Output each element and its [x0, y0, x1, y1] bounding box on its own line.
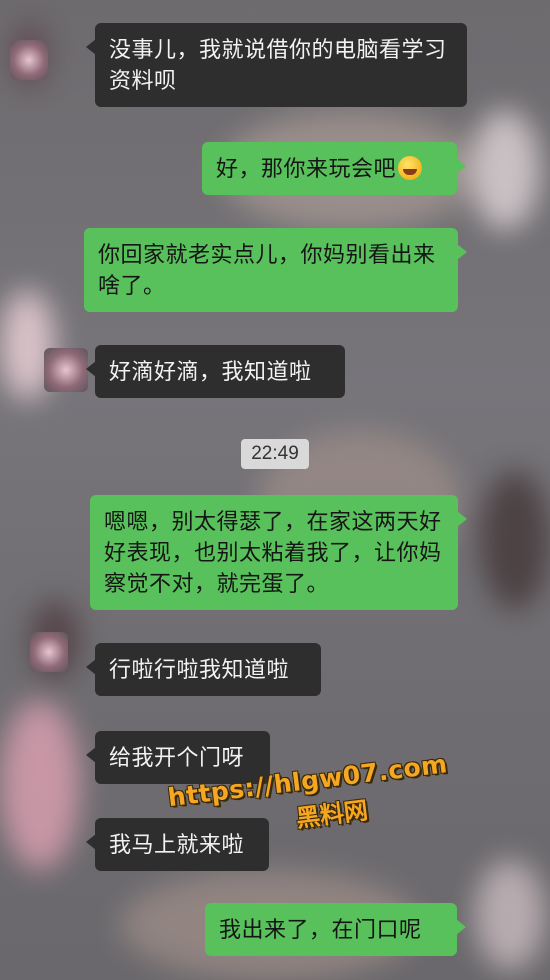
background-avatar-blur: [475, 860, 545, 970]
contact-avatar[interactable]: [44, 348, 88, 392]
background-avatar-blur: [470, 110, 540, 230]
incoming-message-bubble[interactable]: 好滴好滴，我知道啦: [86, 345, 345, 398]
outgoing-message-bubble[interactable]: 你回家就老实点儿，你妈别看出来啥了。: [84, 228, 467, 312]
outgoing-message-bubble[interactable]: 嗯嗯，别太得瑟了，在家这两天好好表现，也别太粘着我了，让你妈察觉不对，就完蛋了。: [90, 495, 467, 610]
message-text: 好，那你来玩会吧: [216, 156, 397, 181]
background-avatar-blur: [0, 700, 80, 870]
message-timestamp: 22:49: [241, 439, 309, 469]
outgoing-message-bubble[interactable]: 好，那你来玩会吧: [202, 142, 466, 195]
incoming-message-bubble[interactable]: 没事儿，我就说借你的电脑看学习资料呗: [86, 23, 467, 107]
incoming-message-bubble[interactable]: 行啦行啦我知道啦: [86, 643, 321, 696]
outgoing-message-bubble[interactable]: 我出来了，在门口呢: [205, 903, 466, 956]
contact-avatar[interactable]: [10, 40, 48, 80]
background-avatar-blur: [480, 470, 550, 610]
contact-avatar[interactable]: [30, 632, 68, 672]
laughing-tears-emoji-icon: [398, 156, 423, 180]
